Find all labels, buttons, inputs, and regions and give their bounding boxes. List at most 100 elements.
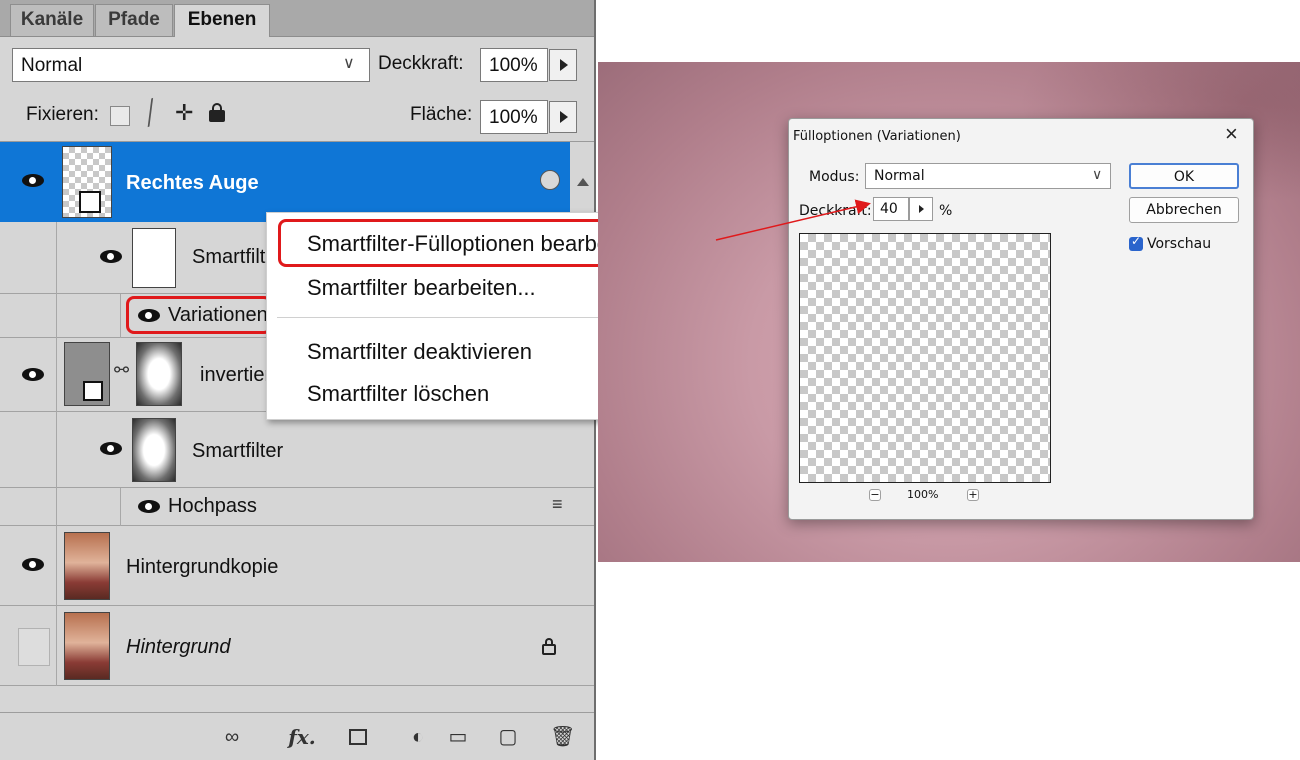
layer-name: Hintergrundkopie (126, 556, 279, 578)
eye-icon[interactable] (100, 250, 122, 263)
blend-mode-select[interactable]: Normal ∨ (12, 48, 370, 82)
tab-paths[interactable]: Pfade (95, 4, 173, 36)
opacity-input[interactable]: 40 (873, 197, 909, 221)
mode-label: Modus: (809, 169, 860, 185)
add-mask-icon[interactable] (346, 725, 370, 749)
zoom-out-button[interactable]: − (869, 489, 881, 501)
fx-icon[interactable]: fx. (282, 725, 322, 749)
fill-options-dialog: Fülloptionen (Variationen) × Modus: Norm… (788, 118, 1254, 520)
layer-name: Rechtes Auge (126, 172, 259, 194)
chevron-down-icon: ∨ (343, 55, 355, 72)
tab-paths-label: Pfade (108, 9, 160, 30)
close-icon[interactable]: × (1225, 121, 1238, 147)
menu-item-delete-smartfilter[interactable]: Smartfilter löschen (307, 381, 489, 407)
fill-input[interactable]: 100% (480, 100, 548, 134)
layer-row-hintergrundkopie[interactable]: Hintergrundkopie (0, 526, 594, 606)
preview-checkbox[interactable]: ✓ (1129, 234, 1143, 251)
preview-area (799, 233, 1051, 483)
opacity-label: Deckkraft: (799, 203, 872, 219)
indent-divider (120, 488, 121, 526)
menu-item-disable-smartfilter[interactable]: Smartfilter deaktivieren (307, 339, 532, 365)
eye-icon[interactable] (100, 442, 122, 455)
opacity-value: 40 (880, 201, 898, 217)
mode-value: Normal (874, 168, 925, 184)
chevron-down-icon: ∨ (1092, 166, 1103, 182)
eye-column (10, 222, 57, 294)
arrow-right-icon (560, 59, 568, 71)
fill-slider-button[interactable] (549, 101, 577, 133)
layer-thumbnail (64, 532, 110, 600)
link-layers-icon[interactable]: ∞ (220, 725, 244, 749)
dialog-title: Fülloptionen (Variationen) (793, 129, 961, 144)
layer-thumbnail (64, 612, 110, 680)
checkmark-icon: ✓ (1131, 234, 1142, 248)
opacity-slider-button[interactable] (909, 197, 933, 221)
lock-icon (542, 638, 556, 655)
scroll-up-icon[interactable] (577, 178, 589, 186)
layer-thumbnail (62, 146, 112, 218)
eye-icon[interactable] (22, 174, 44, 187)
visibility-toggle-empty[interactable] (18, 628, 50, 666)
layer-row-smartfilter-2[interactable]: Smartfilter (0, 412, 594, 488)
ok-button[interactable]: OK (1129, 163, 1239, 189)
arrow-right-icon (560, 111, 568, 123)
tab-layers-label: Ebenen (187, 9, 257, 30)
layer-thumbnail (64, 342, 110, 406)
opacity-label: Deckkraft: (378, 53, 464, 74)
filter-mask-thumbnail (132, 418, 176, 482)
fill-value: 100% (489, 107, 538, 128)
smart-object-icon (79, 191, 101, 213)
panel-footer: ∞ fx. ◐ ▭ ▢ 🗑 (0, 712, 594, 760)
filter-mask-thumbnail (132, 228, 176, 288)
mode-select[interactable]: Normal ∨ (865, 163, 1111, 189)
adjustment-layer-icon[interactable]: ◐ (406, 725, 430, 749)
eye-column (10, 412, 57, 488)
blend-mode-value: Normal (21, 55, 83, 76)
eye-icon[interactable] (22, 368, 44, 381)
lock-all-icon[interactable] (209, 103, 225, 122)
smart-filter-badge-icon (540, 170, 560, 190)
eye-divider (56, 526, 57, 606)
smart-object-icon (83, 381, 103, 401)
eye-icon[interactable] (22, 558, 44, 571)
layer-name: Hintergrund (126, 636, 231, 658)
indent-divider (120, 294, 121, 338)
move-lock-icon[interactable]: ✛ (175, 100, 193, 126)
plus-icon: + (968, 488, 978, 501)
menu-item-edit-smartfilter[interactable]: Smartfilter bearbeiten... (307, 275, 536, 301)
lock-label: Fixieren: (26, 104, 99, 125)
panel-scrollbar[interactable] (570, 142, 594, 222)
eye-icon[interactable] (138, 500, 160, 513)
layer-row-hintergrund[interactable]: Hintergrund (0, 606, 594, 686)
filter-options-icon[interactable]: ≡ (552, 494, 563, 515)
fill-label: Fläche: (410, 104, 473, 125)
eye-divider (56, 606, 57, 686)
folder-icon[interactable]: ▭ (446, 725, 470, 749)
layer-row-rechtes-auge[interactable]: Rechtes Auge (0, 142, 594, 222)
brush-lock-icon[interactable]: ╱ (140, 99, 161, 128)
eye-divider (56, 338, 57, 412)
tab-channels-label: Kanäle (20, 9, 84, 30)
trash-icon[interactable]: 🗑 (550, 725, 575, 749)
zoom-in-button[interactable]: + (967, 489, 979, 501)
callout-variationen (126, 296, 272, 334)
minus-icon: − (870, 488, 880, 501)
link-icon[interactable]: ⚯ (114, 360, 129, 381)
preview-label: Vorschau (1147, 236, 1212, 252)
zoom-value: 100% (907, 488, 939, 501)
lock-transparency-icon[interactable] (110, 106, 130, 126)
tab-channels[interactable]: Kanäle (10, 4, 94, 36)
percent-sign: % (939, 203, 953, 219)
cancel-button[interactable]: Abbrechen (1129, 197, 1239, 223)
opacity-input[interactable]: 100% (480, 48, 548, 82)
ok-button-label: OK (1173, 169, 1195, 185)
layer-name: Smartfilter (192, 440, 284, 462)
arrow-right-icon (919, 205, 924, 213)
tab-layers[interactable]: Ebenen (174, 4, 270, 37)
filter-name: Hochpass (168, 495, 257, 517)
filter-row-hochpass[interactable]: Hochpass ≡ (0, 488, 594, 526)
cancel-button-label: Abbrechen (1146, 202, 1222, 218)
opacity-slider-button[interactable] (549, 49, 577, 81)
new-layer-icon[interactable]: ▢ (496, 725, 520, 749)
opacity-value: 100% (489, 55, 538, 76)
